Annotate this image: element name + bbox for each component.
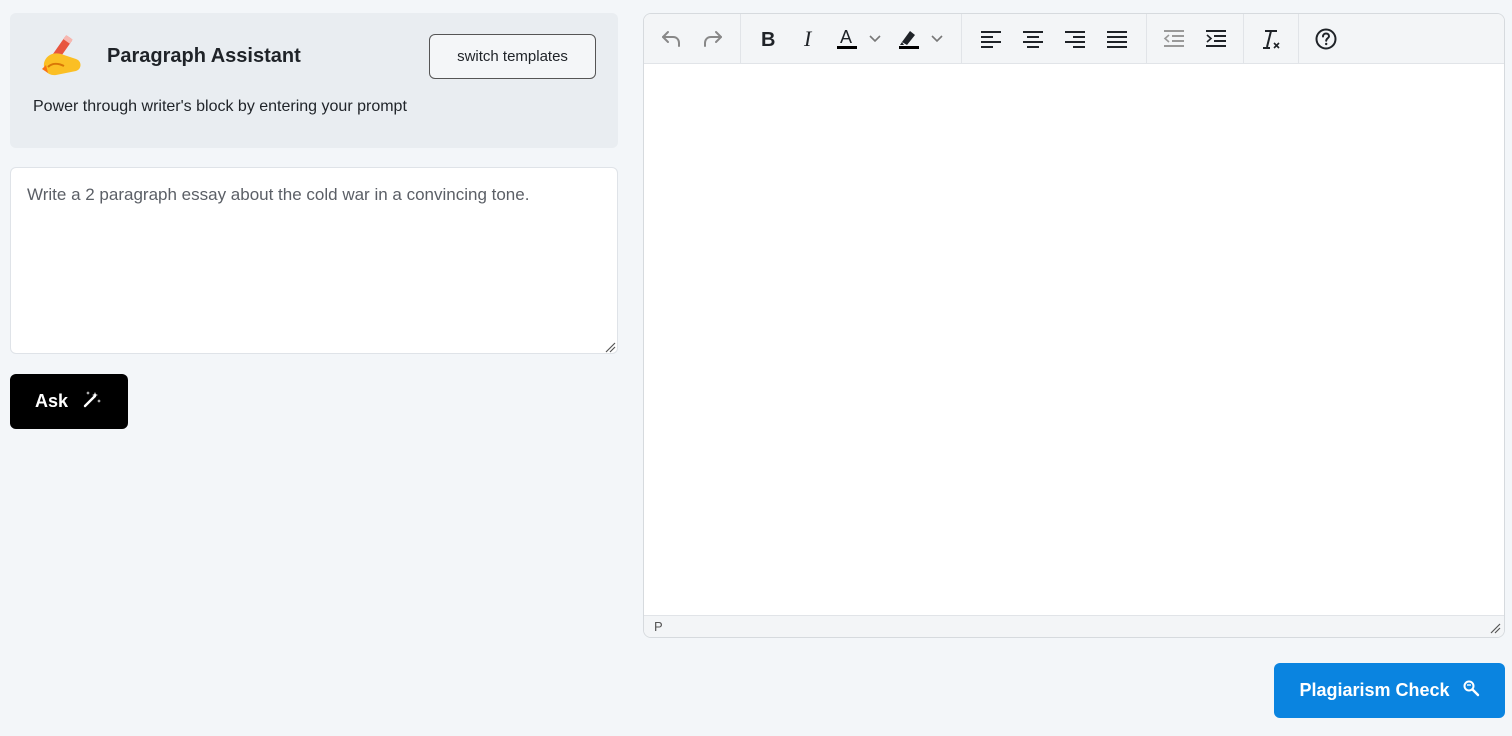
resize-handle-icon[interactable]: [604, 340, 616, 353]
editor-statusbar: P: [644, 615, 1504, 637]
highlight-color-icon[interactable]: [893, 22, 955, 56]
assistant-card: Paragraph Assistant switch templates Pow…: [10, 13, 618, 148]
align-right-icon[interactable]: [1054, 22, 1096, 56]
editor-content-area[interactable]: [644, 64, 1504, 616]
magic-wand-icon: [82, 389, 102, 414]
bold-icon[interactable]: B: [747, 22, 789, 56]
text-color-icon[interactable]: A: [831, 22, 893, 56]
undo-icon[interactable]: [650, 22, 692, 56]
plagiarism-check-label: Plagiarism Check: [1299, 680, 1450, 700]
magnifier-icon: [1462, 679, 1480, 702]
italic-icon[interactable]: I: [789, 22, 831, 56]
switch-templates-button[interactable]: switch templates: [429, 34, 596, 79]
help-icon[interactable]: [1305, 22, 1347, 56]
align-center-icon[interactable]: [1012, 22, 1054, 56]
assistant-subtitle: Power through writer's block by entering…: [33, 98, 407, 115]
svg-text:A: A: [840, 27, 852, 47]
plagiarism-check-button[interactable]: Plagiarism Check: [1274, 663, 1505, 718]
indent-icon[interactable]: [1195, 22, 1237, 56]
outdent-icon[interactable]: [1153, 22, 1195, 56]
editor-toolbar: B I A: [644, 14, 1504, 64]
svg-text:B: B: [761, 29, 775, 50]
clear-formatting-icon[interactable]: [1250, 22, 1292, 56]
justify-icon[interactable]: [1096, 22, 1138, 56]
writing-hand-icon: [38, 33, 86, 81]
ask-button[interactable]: Ask: [10, 374, 128, 429]
align-left-icon[interactable]: [970, 22, 1012, 56]
element-path[interactable]: P: [654, 619, 663, 634]
prompt-input[interactable]: Write a 2 paragraph essay about the cold…: [10, 167, 618, 354]
ask-button-label: Ask: [35, 391, 69, 411]
svg-text:I: I: [803, 28, 813, 50]
editor-resize-icon[interactable]: [1489, 622, 1501, 634]
rich-text-editor: B I A P: [643, 13, 1505, 638]
assistant-title: Paragraph Assistant: [107, 45, 301, 67]
redo-icon[interactable]: [692, 22, 734, 56]
